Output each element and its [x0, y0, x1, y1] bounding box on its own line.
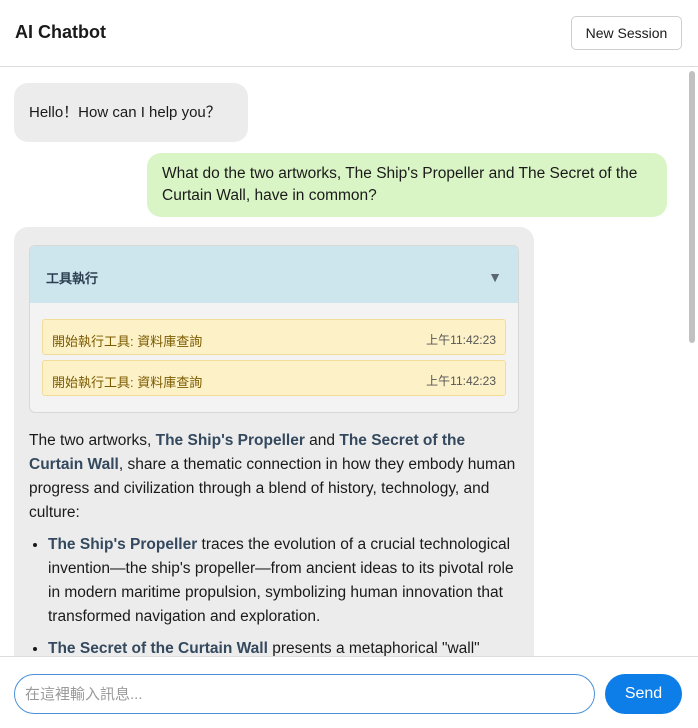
app-title: AI Chatbot: [15, 22, 106, 42]
tool-log-time: 上午11:42:23: [426, 374, 496, 388]
bullet-title: The Ship's Propeller: [48, 536, 198, 553]
bullet-title: The Secret of the Curtain Wall: [48, 640, 268, 656]
message-input[interactable]: [14, 674, 595, 714]
answer-intro-part: and: [304, 432, 340, 449]
tool-log-text: 開始執行工具: 資料庫查詢: [52, 334, 203, 349]
user-message: What do the two artworks, The Ship's Pro…: [147, 153, 667, 217]
bot-answer-message: 工具執行 ▼ 開始執行工具: 資料庫查詢 上午11:42:23 開始執行工具: …: [14, 227, 534, 656]
bullet-text: presents a metaphorical "wall": [267, 640, 480, 656]
artwork-name: The Ship's Propeller: [155, 432, 305, 449]
tool-log-time: 上午11:42:23: [426, 333, 496, 347]
chat-area[interactable]: Hello！How can I help you？ What do the tw…: [0, 67, 698, 656]
answer-intro-part: The two artworks,: [29, 432, 156, 449]
app-header: AI Chatbot New Session: [0, 0, 698, 67]
tool-panel-title: 工具執行: [46, 271, 99, 286]
tool-log-item: 開始執行工具: 資料庫查詢 上午11:42:23: [42, 319, 506, 355]
new-session-button[interactable]: New Session: [571, 16, 682, 50]
scrollbar-thumb[interactable]: [689, 71, 695, 343]
answer-intro: The two artworks, The Ship's Propeller a…: [29, 429, 519, 525]
answer-bullet: The Secret of the Curtain Wall presents …: [48, 637, 519, 656]
tool-log-item: 開始執行工具: 資料庫查詢 上午11:42:23: [42, 360, 506, 396]
chevron-down-icon[interactable]: ▼: [488, 265, 502, 289]
composer-bar: Send: [0, 656, 698, 728]
bot-greeting-message: Hello！How can I help you？: [14, 83, 248, 142]
send-button[interactable]: Send: [605, 674, 682, 714]
tool-log-list: 開始執行工具: 資料庫查詢 上午11:42:23 開始執行工具: 資料庫查詢 上…: [30, 303, 518, 412]
tool-log-text: 開始執行工具: 資料庫查詢: [52, 375, 203, 390]
answer-bullet: The Ship's Propeller traces the evolutio…: [48, 533, 519, 629]
chat-scrollbar[interactable]: [687, 67, 697, 656]
tool-execution-panel: 工具執行 ▼ 開始執行工具: 資料庫查詢 上午11:42:23 開始執行工具: …: [29, 245, 519, 413]
answer-text: The two artworks, The Ship's Propeller a…: [29, 429, 519, 656]
answer-bullet-list: The Ship's Propeller traces the evolutio…: [29, 533, 519, 656]
tool-panel-header[interactable]: 工具執行 ▼: [30, 246, 518, 303]
